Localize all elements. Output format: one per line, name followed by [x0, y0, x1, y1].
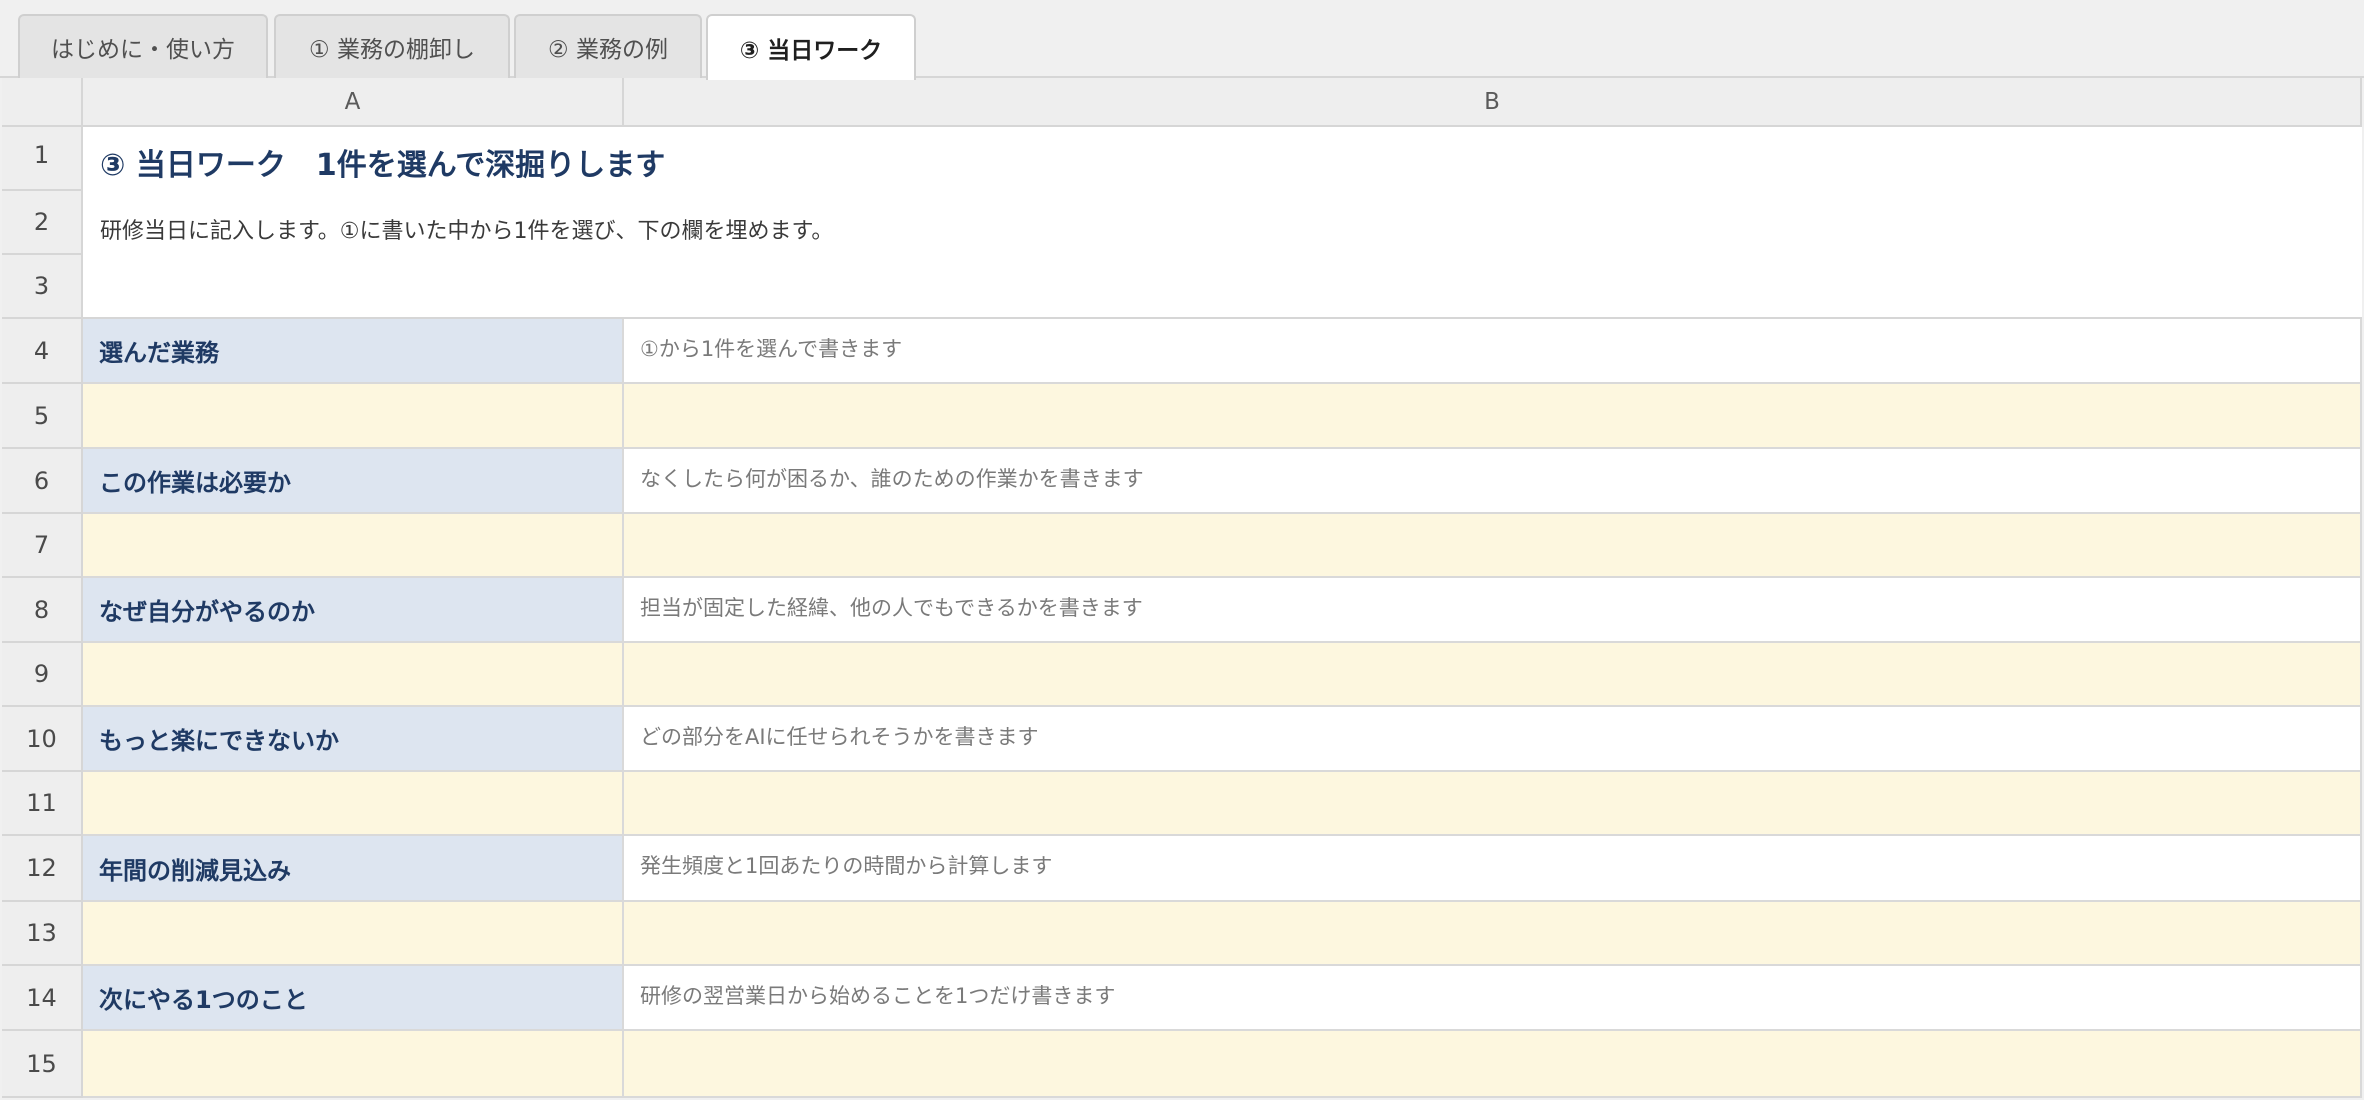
- tab-introduction[interactable]: はじめに・使い方: [18, 14, 268, 78]
- item-label-text: もっと楽にできないか: [99, 727, 339, 755]
- row-header-14[interactable]: 14: [2, 966, 83, 1031]
- row-number: 14: [26, 983, 57, 1012]
- column-header-label: A: [344, 88, 361, 115]
- item-hint-easier: どの部分をAIに任せられそうかを書きます: [624, 707, 2362, 772]
- item-label-easier: もっと楽にできないか: [83, 707, 624, 772]
- item-label-text: 選んだ業務: [99, 339, 219, 367]
- row-number: 6: [33, 466, 50, 495]
- row-header-4[interactable]: 4: [2, 319, 83, 384]
- item-label-text: 年間の削減見込み: [99, 856, 291, 885]
- row-number: 15: [26, 1049, 57, 1078]
- item-hint-text: ①から1件を選んで書きます: [640, 337, 903, 361]
- input-cell-a9[interactable]: [83, 643, 624, 707]
- item-hint-text: どの部分をAIに任せられそうかを書きます: [640, 725, 1039, 749]
- tab-label: はじめに・使い方: [51, 37, 235, 63]
- item-hint-selected-task: ①から1件を選んで書きます: [624, 319, 2362, 384]
- input-cell-why-me[interactable]: [624, 643, 2362, 707]
- input-cell-a13[interactable]: [83, 902, 624, 966]
- column-header-label: B: [1484, 88, 1500, 115]
- tab-task-examples[interactable]: ② 業務の例: [514, 14, 702, 78]
- tab-task-inventory[interactable]: ① 業務の棚卸し: [274, 14, 510, 78]
- input-cell-selected-task[interactable]: [624, 384, 2362, 449]
- item-label-annual-savings: 年間の削減見込み: [83, 836, 624, 902]
- row-header-9[interactable]: 9: [2, 643, 83, 707]
- item-label-necessity: この作業は必要か: [83, 449, 624, 514]
- item-label-text: 次にやる1つのこと: [99, 986, 308, 1014]
- item-label-selected-task: 選んだ業務: [83, 319, 624, 384]
- row-header-13[interactable]: 13: [2, 902, 83, 966]
- item-label-text: この作業は必要か: [99, 469, 291, 497]
- row-header-10[interactable]: 10: [2, 707, 83, 772]
- row-number: 4: [33, 336, 50, 365]
- row-header-3[interactable]: 3: [2, 255, 83, 319]
- item-hint-next-action: 研修の翌営業日から始めることを1つだけ書きます: [624, 966, 2362, 1031]
- row-header-1[interactable]: 1: [2, 127, 83, 191]
- column-header-a[interactable]: A: [83, 78, 624, 127]
- item-hint-text: 研修の翌営業日から始めることを1つだけ書きます: [640, 984, 1116, 1008]
- column-header-b[interactable]: B: [624, 78, 2362, 127]
- row-header-7[interactable]: 7: [2, 514, 83, 578]
- input-cell-easier[interactable]: [624, 772, 2362, 836]
- sheet-description: 研修当日に記入します。①に書いた中から1件を選び、下の欄を埋めます。: [100, 219, 834, 244]
- item-hint-annual-savings: 発生頻度と1回あたりの時間から計算します: [624, 836, 2362, 902]
- row-header-5[interactable]: 5: [2, 384, 83, 449]
- row-number: 12: [26, 854, 57, 882]
- row-number: 7: [33, 531, 50, 559]
- item-hint-text: 発生頻度と1回あたりの時間から計算します: [640, 854, 1053, 878]
- sheet-tab-bar: はじめに・使い方 ① 業務の棚卸し ② 業務の例 ③ 当日ワーク: [0, 0, 2364, 80]
- item-hint-necessity: なくしたら何が困るか、誰のための作業かを書きます: [624, 449, 2362, 514]
- row-header-15[interactable]: 15: [2, 1031, 83, 1098]
- row-number: 5: [33, 401, 50, 430]
- input-cell-next-action[interactable]: [624, 1031, 2362, 1098]
- row-number: 9: [33, 660, 50, 688]
- row-header-12[interactable]: 12: [2, 836, 83, 902]
- sheet-title: ③ 当日ワーク 1件を選んで深掘りします: [100, 148, 666, 183]
- item-label-why-me: なぜ自分がやるのか: [83, 578, 624, 643]
- input-cell-necessity[interactable]: [624, 514, 2362, 578]
- tab-day-work[interactable]: ③ 当日ワーク: [706, 14, 916, 80]
- row-header-11[interactable]: 11: [2, 772, 83, 836]
- row-number: 11: [26, 789, 57, 817]
- item-hint-text: なくしたら何が困るか、誰のための作業かを書きます: [640, 467, 1144, 491]
- spreadsheet-grid: A B 1 2 3 4 5 6 7 8 9 10 11 12 13 14 15 …: [2, 78, 2362, 1098]
- row-header-8[interactable]: 8: [2, 578, 83, 643]
- row-header-6[interactable]: 6: [2, 449, 83, 514]
- row-number: 1: [33, 141, 50, 169]
- tab-label: ② 業務の例: [548, 37, 668, 63]
- select-all-corner[interactable]: [2, 78, 83, 127]
- input-cell-a15[interactable]: [83, 1031, 624, 1098]
- row-number: 13: [26, 919, 57, 947]
- row-number: 2: [33, 208, 50, 236]
- row-number: 3: [33, 272, 50, 300]
- tab-label: ① 業務の棚卸し: [309, 37, 475, 63]
- input-cell-a5[interactable]: [83, 384, 624, 449]
- row-number: 8: [33, 595, 50, 624]
- item-label-next-action: 次にやる1つのこと: [83, 966, 624, 1031]
- tab-label: ③ 当日ワーク: [739, 38, 883, 64]
- input-cell-a11[interactable]: [83, 772, 624, 836]
- item-hint-why-me: 担当が固定した経緯、他の人でもできるかを書きます: [624, 578, 2362, 643]
- row-number: 10: [26, 724, 57, 753]
- input-cell-a7[interactable]: [83, 514, 624, 578]
- input-cell-annual-savings[interactable]: [624, 902, 2362, 966]
- item-label-text: なぜ自分がやるのか: [99, 598, 315, 626]
- item-hint-text: 担当が固定した経緯、他の人でもできるかを書きます: [640, 596, 1143, 620]
- row-header-2[interactable]: 2: [2, 191, 83, 255]
